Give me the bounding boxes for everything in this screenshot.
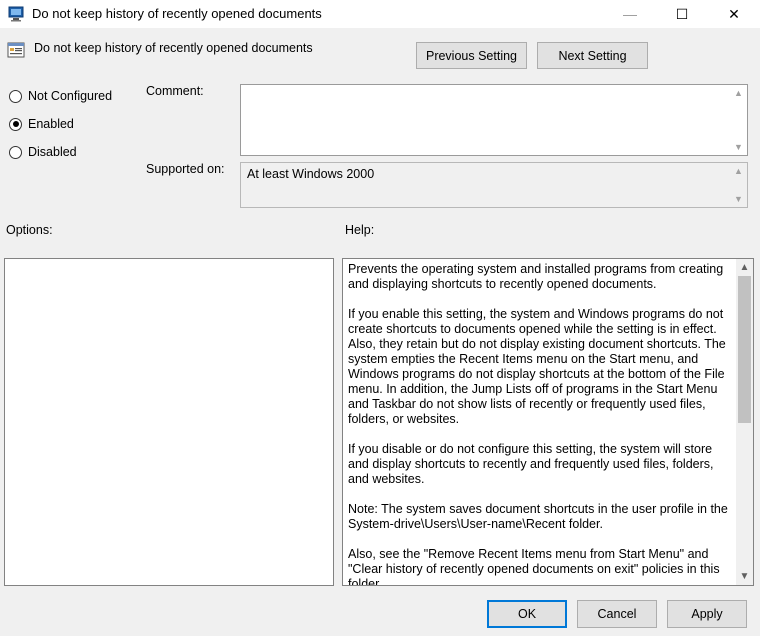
radio-not-configured-indicator[interactable] — [9, 89, 22, 103]
scroll-up-icon[interactable]: ▲ — [730, 85, 747, 101]
help-scrollbar[interactable]: ▲ ▼ — [736, 259, 753, 585]
help-paragraph: Also, see the "Remove Recent Items menu … — [348, 547, 720, 586]
policy-title: Do not keep history of recently opened d… — [34, 41, 313, 55]
scroll-down-icon[interactable]: ▼ — [730, 139, 747, 155]
help-paragraph: If you enable this setting, the system a… — [348, 307, 726, 426]
maximize-button[interactable]: ☐ — [659, 0, 705, 28]
maximize-icon: ☐ — [675, 5, 689, 22]
ok-button[interactable]: OK — [487, 600, 567, 628]
help-panel[interactable]: Prevents the operating system and instal… — [342, 258, 754, 586]
group-policy-app-icon — [8, 6, 24, 22]
supported-on-field: At least Windows 2000 ▲ ▼ — [240, 162, 748, 208]
help-paragraph: If you disable or do not configure this … — [348, 442, 714, 486]
close-button[interactable]: ✕ — [711, 0, 757, 28]
radio-not-configured-label: Not Configured — [28, 89, 113, 103]
supported-on-label: Supported on: — [146, 162, 225, 176]
minimize-button[interactable]: — — [607, 0, 653, 28]
options-panel — [4, 258, 334, 586]
scroll-up-icon[interactable]: ▲ — [730, 163, 747, 179]
help-text: Prevents the operating system and instal… — [348, 262, 733, 586]
radio-not-configured[interactable]: Not Configured — [9, 89, 112, 103]
scroll-down-icon[interactable]: ▼ — [736, 568, 753, 585]
radio-enabled-indicator[interactable] — [9, 117, 22, 131]
next-setting-button[interactable]: Next Setting — [537, 42, 648, 69]
radio-enabled-label: Enabled — [28, 117, 74, 131]
comment-textarea[interactable]: ▲ ▼ — [240, 84, 748, 156]
close-icon: ✕ — [728, 5, 740, 22]
window-title: Do not keep history of recently opened d… — [32, 6, 322, 21]
help-paragraph: Note: The system saves document shortcut… — [348, 502, 728, 531]
scroll-thumb[interactable] — [738, 276, 751, 423]
scroll-down-icon[interactable]: ▼ — [730, 191, 747, 207]
comment-label: Comment: — [146, 84, 204, 98]
comment-scrollbar[interactable]: ▲ ▼ — [730, 85, 747, 155]
policy-setting-icon — [7, 42, 25, 58]
options-label: Options: — [6, 223, 53, 237]
supported-on-value: At least Windows 2000 — [247, 167, 375, 181]
previous-setting-button[interactable]: Previous Setting — [416, 42, 527, 69]
minimize-icon: — — [623, 6, 637, 22]
radio-disabled[interactable]: Disabled — [9, 145, 77, 159]
radio-enabled[interactable]: Enabled — [9, 117, 74, 131]
radio-disabled-indicator[interactable] — [9, 145, 22, 159]
scroll-up-icon[interactable]: ▲ — [736, 259, 753, 276]
cancel-button[interactable]: Cancel — [577, 600, 657, 628]
radio-disabled-label: Disabled — [28, 145, 77, 159]
apply-button[interactable]: Apply — [667, 600, 747, 628]
title-bar: Do not keep history of recently opened d… — [0, 0, 760, 28]
help-label: Help: — [345, 223, 375, 237]
help-paragraph: Prevents the operating system and instal… — [348, 262, 724, 291]
supported-on-scrollbar[interactable]: ▲ ▼ — [730, 163, 747, 207]
